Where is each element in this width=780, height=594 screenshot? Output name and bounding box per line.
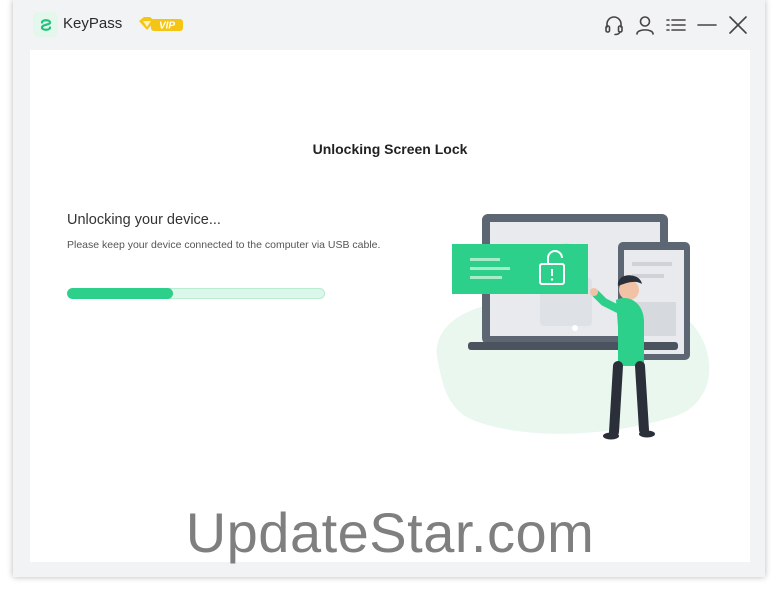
minimize-icon[interactable] (695, 14, 718, 37)
titlebar-controls (602, 12, 749, 38)
keypass-logo-icon (33, 12, 58, 37)
vip-badge[interactable]: VIP (137, 15, 185, 33)
status-subtext: Please keep your device connected to the… (67, 239, 381, 251)
vip-badge-label: VIP (159, 21, 175, 32)
watermark: UpdateStar.com (185, 501, 595, 564)
app-name: KeyPass (63, 15, 123, 32)
unlocking-illustration (418, 202, 718, 452)
main-panel: Unlocking Screen Lock Unlocking your dev… (30, 50, 750, 564)
menu-icon[interactable] (664, 14, 687, 37)
progress-bar (67, 288, 325, 299)
page-title: Unlocking Screen Lock (312, 141, 468, 157)
status-heading: Unlocking your device... (67, 212, 221, 228)
account-icon[interactable] (633, 14, 656, 37)
app-window: KeyPass VIP Unlocking Screen Lock Unlock… (13, 0, 765, 577)
title-bar: KeyPass VIP (13, 0, 765, 50)
support-icon[interactable] (602, 14, 625, 37)
close-icon[interactable] (726, 14, 749, 37)
progress-bar-fill (67, 288, 173, 299)
